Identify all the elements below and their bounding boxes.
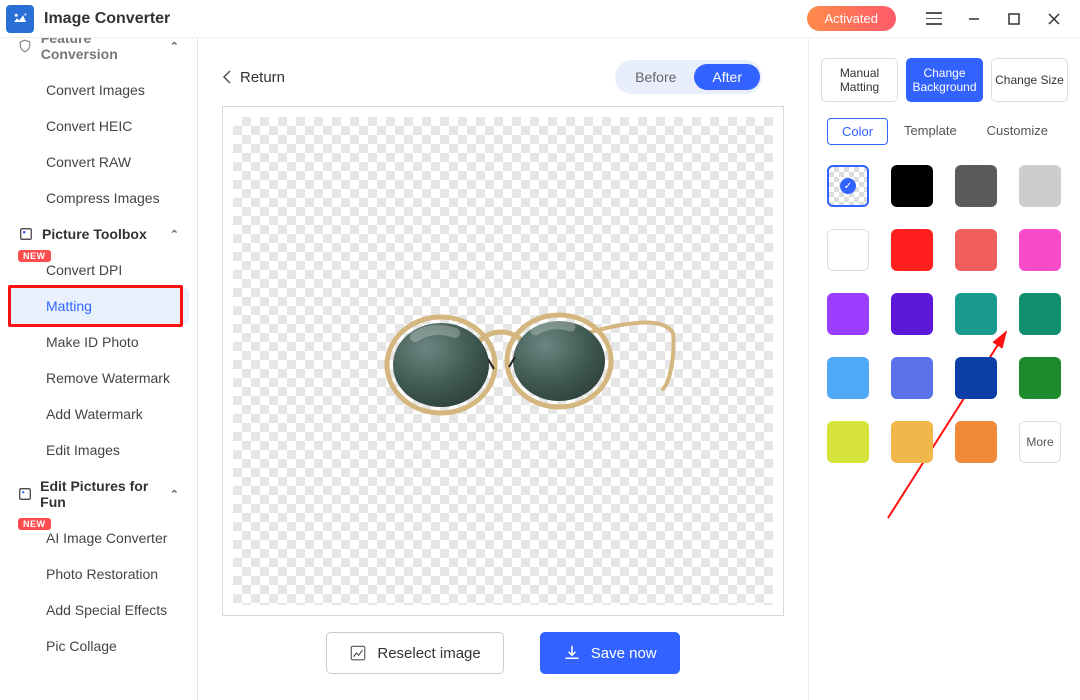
subtab-color[interactable]: Color: [827, 118, 888, 145]
titlebar: Image Converter Activated: [0, 0, 1080, 38]
tab-change-background[interactable]: Change Background: [906, 58, 983, 102]
swatch-color[interactable]: [827, 357, 869, 399]
download-icon: [563, 644, 581, 662]
swatch-color[interactable]: [891, 421, 933, 463]
maximize-button[interactable]: [994, 1, 1034, 37]
close-button[interactable]: [1034, 1, 1074, 37]
swatch-color[interactable]: [1019, 229, 1061, 271]
check-icon: ✓: [840, 178, 856, 194]
sidebar-item-add-special-effects[interactable]: Add Special Effects: [0, 592, 197, 628]
swatch-transparent[interactable]: ✓: [827, 165, 869, 207]
sidebar: Feature Conversion ⌃ Convert Images Conv…: [0, 38, 198, 700]
section-label: Edit Pictures for Fun: [40, 478, 162, 510]
canvas[interactable]: [222, 106, 784, 616]
activated-badge[interactable]: Activated: [807, 6, 896, 31]
toolbox-icon: [18, 226, 34, 242]
right-panel: Manual Matting Change Background Change …: [808, 38, 1080, 700]
menu-icon[interactable]: [914, 1, 954, 37]
more-colors-button[interactable]: More: [1019, 421, 1061, 463]
swatch-color[interactable]: [955, 293, 997, 335]
chevron-up-icon: ⌃: [170, 488, 179, 501]
reselect-label: Reselect image: [377, 645, 480, 662]
subtab-template[interactable]: Template: [890, 118, 971, 145]
sidebar-item-edit-images[interactable]: Edit Images: [0, 432, 197, 468]
chevron-left-icon: [222, 70, 232, 84]
sidebar-item-add-watermark[interactable]: Add Watermark: [0, 396, 197, 432]
swatch-color[interactable]: [1019, 357, 1061, 399]
swatch-color[interactable]: [891, 165, 933, 207]
return-button[interactable]: Return: [222, 69, 285, 86]
sidebar-item-compress-images[interactable]: Compress Images: [0, 180, 197, 216]
minimize-button[interactable]: [954, 1, 994, 37]
toggle-before[interactable]: Before: [617, 64, 694, 90]
tab-manual-matting[interactable]: Manual Matting: [821, 58, 898, 102]
sidebar-item-convert-heic[interactable]: Convert HEIC: [0, 108, 197, 144]
before-after-toggle: Before After: [615, 60, 762, 94]
sidebar-item-photo-restoration[interactable]: Photo Restoration: [0, 556, 197, 592]
swatch-color[interactable]: [827, 229, 869, 271]
swatch-color[interactable]: [891, 293, 933, 335]
swatch-color[interactable]: [827, 293, 869, 335]
sidebar-item-make-id-photo[interactable]: Make ID Photo: [0, 324, 197, 360]
app-logo-icon: [6, 5, 34, 33]
sparkle-icon: [18, 486, 32, 502]
chevron-up-icon: ⌃: [170, 40, 179, 53]
return-label: Return: [240, 69, 285, 86]
toggle-after[interactable]: After: [694, 64, 760, 90]
tab-change-size[interactable]: Change Size: [991, 58, 1068, 102]
swatch-color[interactable]: [891, 357, 933, 399]
swatch-color[interactable]: [1019, 293, 1061, 335]
shield-icon: [18, 38, 33, 54]
image-subject: [323, 281, 683, 441]
sidebar-item-convert-dpi[interactable]: Convert DPI: [0, 252, 197, 288]
subtab-customize[interactable]: Customize: [973, 118, 1062, 145]
swatch-color[interactable]: [955, 421, 997, 463]
section-feature-conversion[interactable]: Feature Conversion ⌃: [0, 38, 197, 72]
save-label: Save now: [591, 645, 657, 662]
sidebar-item-ai-image-converter[interactable]: AI Image Converter: [0, 520, 197, 556]
sidebar-item-convert-raw[interactable]: Convert RAW: [0, 144, 197, 180]
image-icon: [349, 644, 367, 662]
sidebar-item-pic-collage[interactable]: Pic Collage: [0, 628, 197, 664]
sidebar-item-convert-images[interactable]: Convert Images: [0, 72, 197, 108]
transparent-bg: [233, 117, 773, 605]
annotation-highlight: [8, 285, 183, 327]
swatch-color[interactable]: [955, 357, 997, 399]
section-label: Feature Conversion: [41, 38, 162, 62]
swatch-color[interactable]: [955, 165, 997, 207]
chevron-up-icon: ⌃: [170, 228, 179, 241]
section-label: Picture Toolbox: [42, 226, 147, 242]
swatch-color[interactable]: [891, 229, 933, 271]
color-swatch-grid: ✓ More: [821, 161, 1068, 467]
app-title: Image Converter: [44, 10, 170, 28]
section-edit-fun[interactable]: Edit Pictures for Fun ⌃: [0, 468, 197, 520]
swatch-color[interactable]: [955, 229, 997, 271]
sidebar-item-remove-watermark[interactable]: Remove Watermark: [0, 360, 197, 396]
main-area: Return Before After: [198, 38, 808, 700]
save-button[interactable]: Save now: [540, 632, 680, 674]
swatch-color[interactable]: [827, 421, 869, 463]
swatch-color[interactable]: [1019, 165, 1061, 207]
reselect-image-button[interactable]: Reselect image: [326, 632, 503, 674]
section-picture-toolbox[interactable]: Picture Toolbox ⌃: [0, 216, 197, 252]
